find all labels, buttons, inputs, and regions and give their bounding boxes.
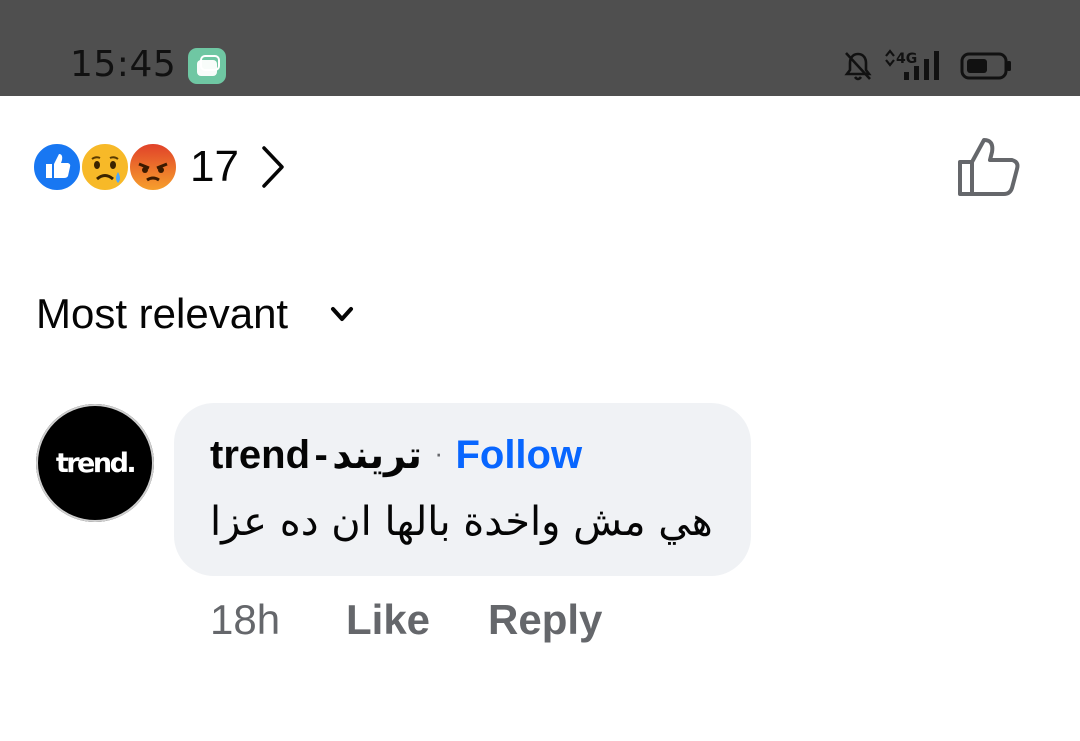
reaction-count: 17	[190, 142, 239, 191]
author-name-arabic[interactable]: تريند	[332, 433, 422, 477]
bell-muted-icon	[844, 52, 872, 81]
comment-bubble: trend - تريند · Follow هي مش واخدة بالها…	[174, 403, 751, 576]
comment-sort-dropdown[interactable]: Most relevant	[36, 288, 376, 340]
comment-reply-button[interactable]: Reply	[488, 594, 602, 646]
app-notification-icon	[188, 48, 226, 84]
comment-timestamp[interactable]: 18h	[210, 594, 280, 646]
chevron-right-icon	[262, 146, 284, 188]
sort-label: Most relevant	[36, 290, 289, 337]
follow-button[interactable]: Follow	[455, 433, 582, 477]
comment-text: هي مش واخدة بالها ان ده عزا	[210, 499, 713, 545]
battery-icon	[960, 52, 1011, 80]
sad-reaction-icon	[80, 142, 130, 192]
avatar-logo: trend.	[55, 447, 137, 479]
chevron-down-icon	[331, 307, 353, 321]
reactions-summary[interactable]: 17	[32, 142, 312, 192]
status-time: 15:45	[70, 44, 177, 85]
network-type-label: 4G	[896, 51, 917, 67]
comment-actions: 18h Like Reply	[210, 594, 810, 646]
comment-header: trend - تريند · Follow	[210, 429, 582, 481]
dot-separator: ·	[434, 438, 443, 468]
angry-reaction-icon	[128, 142, 178, 192]
cellular-signal-icon: 4G	[885, 49, 939, 80]
status-bar: 15:45 4G	[0, 0, 1080, 96]
like-reaction-icon	[32, 142, 82, 192]
like-post-button[interactable]	[956, 136, 1022, 198]
author-name[interactable]: trend	[210, 433, 310, 477]
comment-like-button[interactable]: Like	[346, 594, 430, 646]
avatar[interactable]: trend.	[36, 404, 154, 522]
author-separator: -	[314, 433, 328, 477]
